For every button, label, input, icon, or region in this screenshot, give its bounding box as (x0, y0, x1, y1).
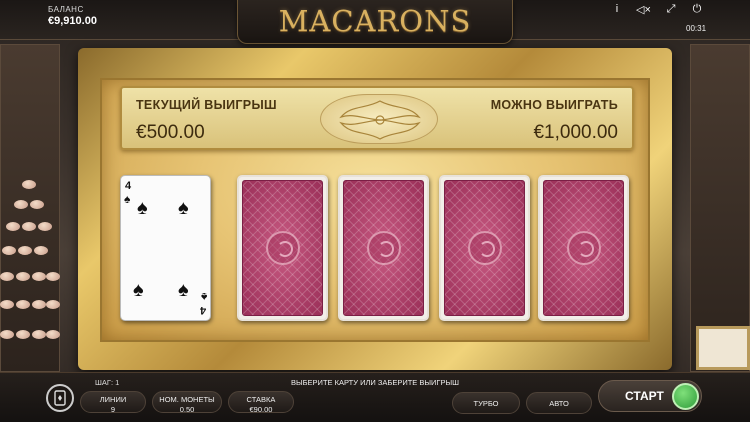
possible-win-label: МОЖНО ВЫИГРАТЬ (490, 98, 618, 112)
bet-label: СТАВКА (246, 395, 276, 404)
spade-icon: ♠ (178, 279, 189, 301)
sound-off-icon[interactable]: ◁× (636, 3, 651, 16)
cards-icon (54, 390, 66, 406)
game-title: MACARONS (278, 4, 472, 38)
card-rank-bottom: 4 (199, 304, 206, 316)
possible-win-value: €1,000.00 (533, 122, 618, 143)
ornament-decor (320, 94, 438, 144)
face-down-card[interactable] (237, 175, 328, 321)
current-win-value: €500.00 (136, 122, 205, 143)
auto-label: АВТО (549, 399, 569, 408)
current-win-label: ТЕКУЩИЙ ВЫИГРЫШ (136, 98, 277, 112)
turbo-button[interactable]: ТУРБО (452, 392, 520, 414)
face-down-card[interactable] (439, 175, 530, 321)
step-indicator: ШАГ: 1 (95, 378, 120, 387)
card-back-logo-icon (265, 231, 300, 265)
spade-icon: ♠ (178, 197, 189, 219)
turbo-label: ТУРБО (473, 399, 499, 408)
bet-selector[interactable]: СТАВКА €90.00 (228, 391, 294, 414)
card-back-logo-icon (366, 231, 401, 265)
spade-icon: ♠ (124, 192, 131, 206)
start-button[interactable]: СТАРТ (598, 380, 702, 412)
macaron-tower-decor (0, 180, 60, 370)
card-back-logo-icon (566, 231, 601, 265)
card-rank-top: 4 (125, 180, 132, 192)
spade-icon: ♠ (200, 290, 207, 304)
spade-icon: ♠ (133, 279, 144, 301)
balance-label: БАЛАНС (48, 5, 84, 14)
paytable-button[interactable] (46, 384, 74, 412)
hint-text: ВЫБЕРИТЕ КАРТУ ИЛИ ЗАБЕРИТЕ ВЫИГРЫШ (290, 378, 459, 387)
coin-value: 0.50 (179, 405, 195, 414)
win-banner: ТЕКУЩИЙ ВЫИГРЫШ €500.00 МОЖНО ВЫИГРАТЬ €… (120, 86, 634, 150)
info-icon[interactable]: i (610, 3, 624, 15)
coin-value-label: НОМ. МОНЕТЫ (159, 395, 215, 404)
title-plate: MACARONS (237, 0, 513, 44)
clock: 00:31 (686, 24, 707, 33)
bet-value: €90.00 (249, 405, 273, 414)
game-screen: БАЛАНС €9,910.00 i ◁× ⤢ ⏻ 00:31 MACARONS… (0, 0, 750, 422)
face-down-card[interactable] (338, 175, 429, 321)
lines-selector[interactable]: ЛИНИИ 9 (80, 391, 146, 414)
money-stack-icon (672, 383, 699, 410)
right-shelf-decor (690, 44, 750, 372)
spade-icon: ♠ (137, 197, 148, 219)
coin-value-selector[interactable]: НОМ. МОНЕТЫ 0.50 (152, 391, 222, 414)
power-icon[interactable]: ⏻ (690, 3, 704, 16)
start-label: СТАРТ (625, 389, 664, 403)
face-down-card[interactable] (538, 175, 629, 321)
fullscreen-icon[interactable]: ⤢ (664, 3, 678, 16)
lines-label: ЛИНИИ (99, 395, 127, 404)
picture-frame-decor (696, 326, 750, 370)
balance-value: €9,910.00 (48, 15, 97, 27)
lines-value: 9 (110, 405, 116, 414)
card-back-logo-icon (467, 231, 502, 265)
auto-button[interactable]: АВТО (526, 392, 592, 414)
dealer-card: 4 ♠ ♠ ♠ ♠ ♠ ♠ 4 (120, 175, 211, 321)
